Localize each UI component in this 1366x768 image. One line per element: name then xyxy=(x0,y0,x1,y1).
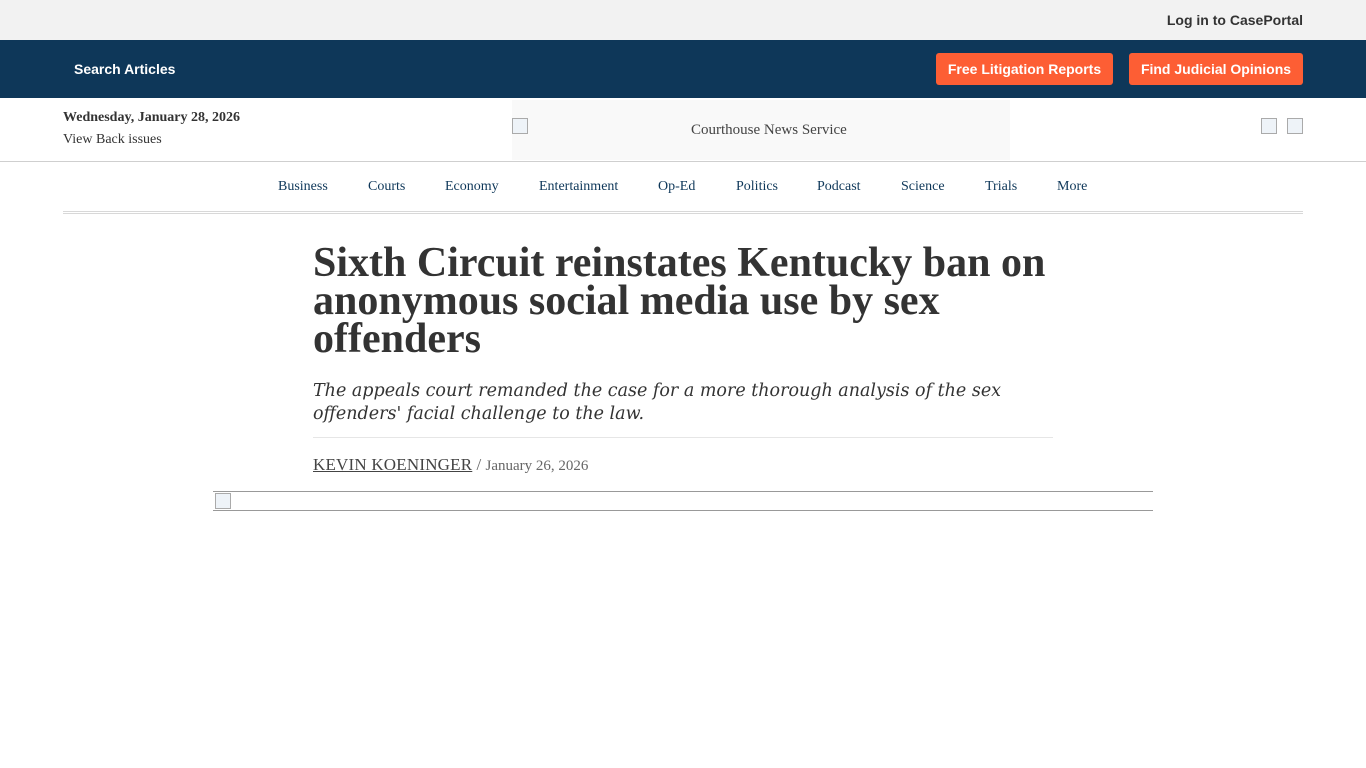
article-dek: The appeals court remanded the case for … xyxy=(313,381,1002,424)
section-link-science[interactable]: Science xyxy=(901,179,945,195)
site-logo[interactable]: Courthouse News Service xyxy=(512,100,1010,160)
social-icon[interactable] xyxy=(1287,118,1303,134)
free-litigation-reports-button[interactable]: Free Litigation Reports xyxy=(936,53,1113,85)
article-date: January 26, 2026 xyxy=(485,458,589,474)
section-link-politics[interactable]: Politics xyxy=(736,179,778,195)
view-back-issues-link[interactable]: View Back issues xyxy=(63,132,162,148)
section-link-podcast[interactable]: Podcast xyxy=(817,179,861,195)
article-headline: Sixth Circuit reinstates Kentucky ban on… xyxy=(313,240,1046,362)
section-nav: Business Courts Economy Entertainment Op… xyxy=(63,162,1303,214)
section-link-op-ed[interactable]: Op-Ed xyxy=(658,179,695,195)
section-link-courts[interactable]: Courts xyxy=(368,179,405,195)
caseportal-login-link[interactable]: Log in to CasePortal xyxy=(1167,12,1303,28)
masthead: Wednesday, January 28, 2026 View Back is… xyxy=(0,98,1366,162)
current-date: Wednesday, January 28, 2026 xyxy=(63,110,240,125)
byline: KEVIN KOENINGER / January 26, 2026 xyxy=(313,455,588,475)
logo-alt-text: Courthouse News Service xyxy=(691,122,847,138)
byline-separator: / xyxy=(476,455,482,474)
section-link-trials[interactable]: Trials xyxy=(985,179,1017,195)
article-hero-image xyxy=(213,491,1153,511)
social-icon[interactable] xyxy=(1261,118,1277,134)
section-link-economy[interactable]: Economy xyxy=(445,179,499,195)
primary-nav-bar: Search Articles Free Litigation Reports … xyxy=(0,40,1366,98)
find-judicial-opinions-button[interactable]: Find Judicial Opinions xyxy=(1129,53,1303,85)
top-utility-bar: Log in to CasePortal xyxy=(0,0,1366,40)
section-link-more[interactable]: More xyxy=(1057,179,1087,195)
author-link[interactable]: KEVIN KOENINGER xyxy=(313,455,472,474)
search-articles-link[interactable]: Search Articles xyxy=(74,61,175,77)
broken-image-icon xyxy=(215,493,231,509)
broken-image-icon xyxy=(512,118,528,134)
section-link-entertainment[interactable]: Entertainment xyxy=(539,179,618,195)
divider xyxy=(313,437,1053,438)
section-link-business[interactable]: Business xyxy=(278,179,328,195)
